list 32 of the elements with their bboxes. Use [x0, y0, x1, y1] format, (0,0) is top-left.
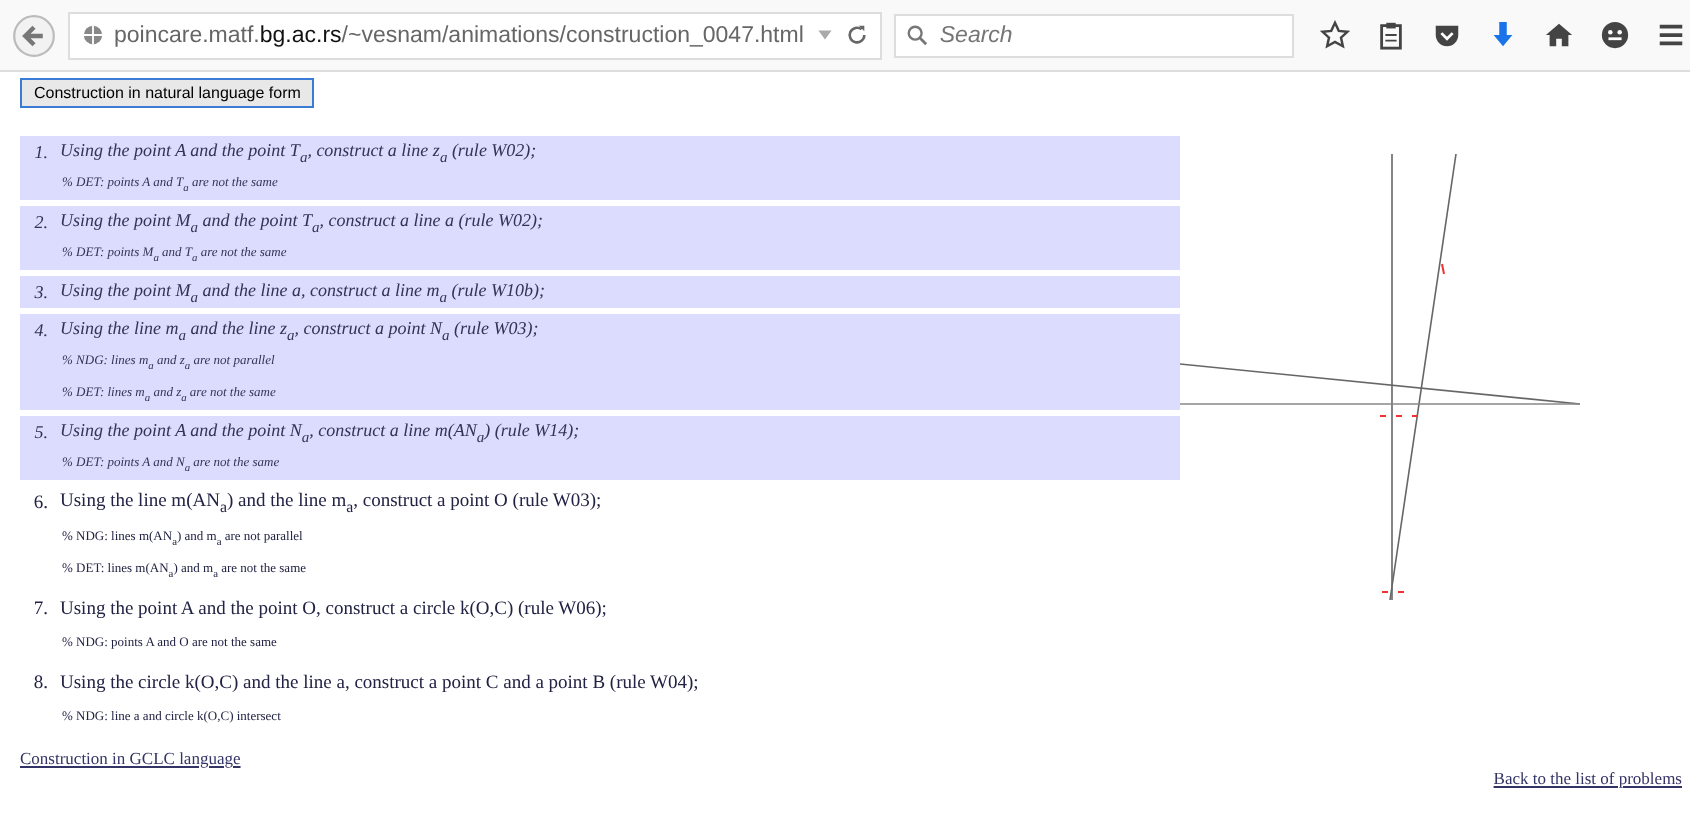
address-bar[interactable]: poincare.matf.bg.ac.rs/~vesnam/animations/construction_0047.html — [68, 11, 882, 59]
reload-icon[interactable] — [845, 24, 868, 46]
step-text: Using the point A and the point T$_{a}$, construct a line z$_{a}$ (rule W02); — [60, 139, 537, 165]
step-text: Using the point M$_{a}$ and the point T$_{a}$, construct a line a (rule W02); — [60, 209, 543, 235]
toggle-button[interactable]: Construction in natural language form — [20, 78, 315, 108]
back-link[interactable]: Back to the list of problems — [1493, 768, 1682, 788]
step-number: 8. — [31, 674, 48, 694]
clipboard-icon[interactable] — [1375, 20, 1406, 50]
step-text: Using the line m(AN$_{a}$) and the line m$_{a}$, construct a point O (rule W03); — [60, 492, 602, 516]
step-number: 5. — [32, 422, 48, 442]
gclc-link[interactable]: Construction in GCLC language — [20, 748, 1690, 768]
star-icon[interactable] — [1319, 20, 1350, 50]
search-field[interactable]: Search — [893, 13, 1294, 57]
menu-icon[interactable] — [1655, 20, 1686, 50]
home-icon[interactable] — [1543, 20, 1574, 50]
step-number: 4. — [32, 320, 48, 340]
search-icon — [905, 24, 928, 46]
step-number: 3. — [32, 282, 48, 302]
step-text: Using the circle k(O,C) and the line a, construct a point C and a point B (rule W04); — [60, 674, 699, 694]
step-number: 2. — [32, 212, 48, 232]
step-number: 1. — [32, 142, 48, 162]
step-text: Using the point M$_{a}$ and the line a, construct a line m$_{a}$ (rule W10b); — [60, 279, 545, 305]
step-text: Using the line m$_{a}$ and the line z$_{a}$, construct a point N$_{a}$ (rule W03); — [60, 317, 539, 343]
url-text: poincare.matf.bg.ac.rs/~vesnam/animations/construction_0047.html — [114, 23, 804, 47]
step-number: 7. — [31, 600, 48, 620]
step-number: 6. — [31, 494, 48, 514]
step-text: Using the point A and the point O, construct a circle k(O,C) (rule W06); — [60, 600, 607, 620]
back-icon[interactable] — [12, 13, 56, 57]
shield-icon[interactable] — [1431, 20, 1462, 50]
smiley-icon[interactable] — [1599, 20, 1630, 50]
step-text: Using the point A and the point N$_{a}$, construct a line m(AN$_{a}$) (rule W14); — [60, 419, 580, 445]
globe-icon — [82, 24, 104, 46]
